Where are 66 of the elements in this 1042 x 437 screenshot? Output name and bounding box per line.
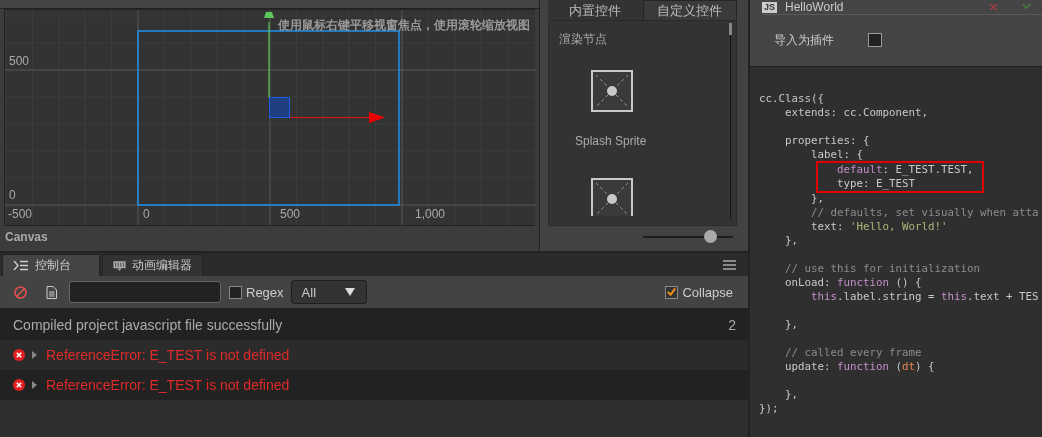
checkbox[interactable] <box>868 33 882 47</box>
code-line: label: { <box>810 148 864 162</box>
axis-label: 1,000 <box>415 207 446 221</box>
checkbox-label: Regex <box>246 284 284 300</box>
code-line: }, <box>784 234 799 248</box>
file-icon[interactable] <box>46 285 57 299</box>
x-axis-arrow[interactable] <box>288 112 385 123</box>
tab[interactable]: 内置控件 <box>548 0 643 20</box>
sprite-node-icon[interactable] <box>591 70 633 112</box>
error-icon <box>13 349 25 361</box>
axis-label: 0 <box>143 207 150 221</box>
code-line: }, <box>810 192 825 206</box>
code-line: // defaults, set visually when atta <box>810 206 1040 220</box>
axis-label: 500 <box>280 207 301 221</box>
checkbox-label: Collapse <box>682 284 733 300</box>
sprite-node-icon[interactable] <box>591 178 633 216</box>
code-line: update: function (dt) { <box>784 360 936 374</box>
caret-icon[interactable] <box>32 351 37 359</box>
console-icon <box>13 260 29 271</box>
axis-label: 0 <box>9 188 16 202</box>
error-icon <box>13 379 25 391</box>
caret-icon[interactable] <box>32 381 37 389</box>
plugin-label: 导入为插件 <box>774 31 835 49</box>
y-axis-arrow[interactable] <box>264 12 274 99</box>
clear-icon[interactable] <box>14 285 27 299</box>
monitor-icon <box>113 259 126 272</box>
code-line: }); <box>759 402 780 416</box>
js-badge: JS <box>762 1 777 13</box>
axis-label: -500 <box>8 207 33 221</box>
menu-icon[interactable] <box>723 260 736 270</box>
repeat-count: 2 <box>728 317 736 333</box>
widget-label[interactable]: Splash Sprite <box>575 134 736 148</box>
node-square[interactable] <box>269 97 290 118</box>
log-message: ReferenceError: E_TEST is not defined <box>46 347 291 363</box>
code-line: }, <box>784 317 799 332</box>
code-line: default: E_TEST.TEST, <box>836 163 975 177</box>
code-line: type: E_TEST <box>836 177 916 191</box>
level-dropdown[interactable]: All <box>290 280 367 304</box>
axis-label: 500 <box>9 54 30 68</box>
slider-thumb[interactable] <box>703 230 717 243</box>
caret-icon <box>344 288 355 296</box>
code-line: this.label.string = this.text + TES <box>810 290 1040 304</box>
scene-footer: Canvas <box>0 226 539 248</box>
checkbox[interactable] <box>665 285 679 299</box>
code-line: extends: cc.Component, <box>784 106 929 120</box>
code-line: cc.Class({ <box>759 92 825 106</box>
log-message: ReferenceError: E_TEST is not defined <box>46 377 291 393</box>
hint-text: 使用鼠标右键平移视窗焦点，使用滚轮缩放视图 <box>278 17 530 34</box>
code-line: }, <box>784 387 799 402</box>
editor-title: HelloWorld <box>785 1 844 13</box>
tab[interactable]: 动画编辑器 <box>102 254 203 276</box>
section-heading: 渲染节点 <box>559 31 608 48</box>
checkbox[interactable] <box>229 285 242 299</box>
filter-field[interactable] <box>69 281 221 303</box>
tab[interactable]: 控制台 <box>2 254 100 276</box>
log-row[interactable]: ReferenceError: E_TEST is not defined <box>0 370 748 400</box>
code-line: properties: { <box>784 133 871 148</box>
code-editor[interactable] <box>750 66 1042 437</box>
code-line: text: 'Hello, World!' <box>810 220 949 234</box>
code-line: onLoad: function () { <box>784 276 923 290</box>
check-icon[interactable] <box>1022 4 1032 10</box>
code-line: // called every frame <box>784 345 923 360</box>
log-message: Compiled project javascript file successfully <box>13 317 284 333</box>
code-line: // use this for initialization <box>784 261 981 276</box>
tab[interactable]: 自定义控件 <box>642 0 737 20</box>
log-row[interactable]: Compiled project javascript file successfully 2 <box>0 310 748 340</box>
